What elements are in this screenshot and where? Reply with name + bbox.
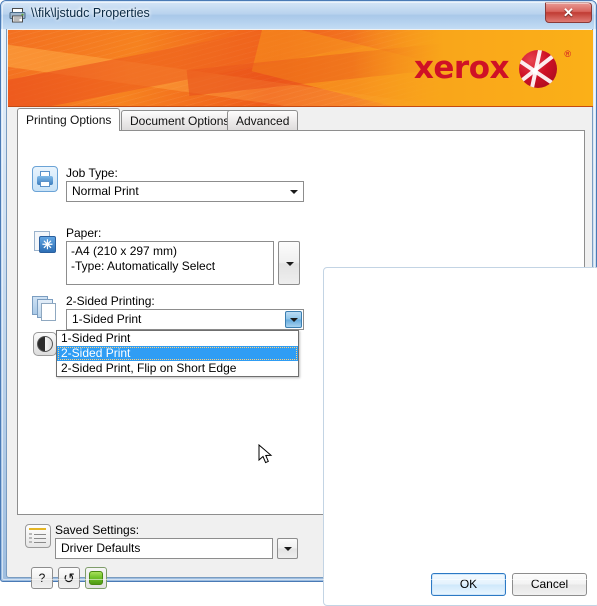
paper-dropdown-button[interactable]	[278, 241, 300, 285]
window-title: \\fik\ljstudc Properties	[31, 6, 150, 20]
saved-settings-label: Saved Settings:	[55, 523, 140, 537]
job-type-printer-icon	[32, 166, 58, 192]
help-button[interactable]: ?	[31, 567, 53, 589]
two-sided-combobox[interactable]: 1-Sided Print	[66, 309, 304, 330]
xerox-wordmark: xerox	[413, 50, 510, 86]
paper-summary-box[interactable]: -A4 (210 x 297 mm) -Type: Automatically …	[66, 241, 274, 285]
two-sided-dropdown-arrow[interactable]	[285, 311, 302, 328]
printing-options-panel: Job Type: Normal Print ✳ Paper: -A4 (210…	[17, 130, 597, 606]
two-sided-dropdown-list[interactable]: 1-Sided Print 2-Sided Print 2-Sided Prin…	[56, 330, 299, 377]
xerox-banner: xerox ®	[8, 30, 593, 107]
status-indicator-button[interactable]	[85, 567, 107, 589]
job-type-value: Normal Print	[72, 184, 139, 198]
tab-advanced[interactable]: Advanced	[227, 110, 299, 130]
tab-printing-options[interactable]: Printing Options	[17, 108, 121, 131]
tab-strip: Printing Options Document Options Advanc…	[17, 108, 585, 131]
paper-icon: ✳	[32, 229, 58, 255]
mouse-cursor	[258, 444, 273, 464]
cancel-button[interactable]: Cancel	[512, 573, 587, 596]
paper-label: Paper:	[66, 226, 102, 240]
saved-settings-dropdown-button[interactable]	[277, 538, 298, 559]
two-sided-icon	[32, 296, 58, 322]
xerox-logo-icon	[519, 50, 557, 88]
two-sided-value: 1-Sided Print	[72, 312, 142, 326]
close-button[interactable]: ✕	[545, 2, 592, 23]
registered-trademark-mark: ®	[564, 49, 571, 59]
tab-document-options[interactable]: Document Options	[121, 110, 239, 130]
dropdown-option-1-sided[interactable]: 1-Sided Print	[57, 331, 298, 346]
dialog-client-area: xerox ® Printing Options Document Option…	[6, 29, 597, 606]
saved-settings-icon	[25, 524, 51, 550]
saved-settings-combobox[interactable]: Driver Defaults	[55, 538, 273, 559]
dropdown-option-2-sided[interactable]: 2-Sided Print	[57, 346, 298, 361]
dropdown-option-2-sided-short-edge[interactable]: 2-Sided Print, Flip on Short Edge	[57, 361, 298, 376]
job-type-label: Job Type:	[66, 166, 118, 180]
reset-defaults-button[interactable]: ↺	[58, 567, 80, 589]
title-bar: \\fik\ljstudc Properties ✕	[1, 1, 596, 29]
printer-icon	[9, 8, 26, 23]
ok-button[interactable]: OK	[431, 573, 506, 596]
paper-size-line: -A4 (210 x 297 mm)	[71, 244, 178, 258]
job-type-dropdown-arrow[interactable]	[285, 183, 302, 200]
paper-type-line: -Type: Automatically Select	[71, 259, 216, 273]
job-type-combobox[interactable]: Normal Print	[66, 181, 304, 202]
green-status-icon	[89, 571, 103, 585]
reset-icon: ↺	[63, 570, 75, 586]
saved-settings-value: Driver Defaults	[61, 541, 141, 555]
output-circle-icon	[32, 331, 58, 357]
properties-dialog-window: \\fik\ljstudc Properties ✕ xerox ® Print…	[0, 0, 597, 606]
two-sided-label: 2-Sided Printing:	[66, 294, 155, 308]
